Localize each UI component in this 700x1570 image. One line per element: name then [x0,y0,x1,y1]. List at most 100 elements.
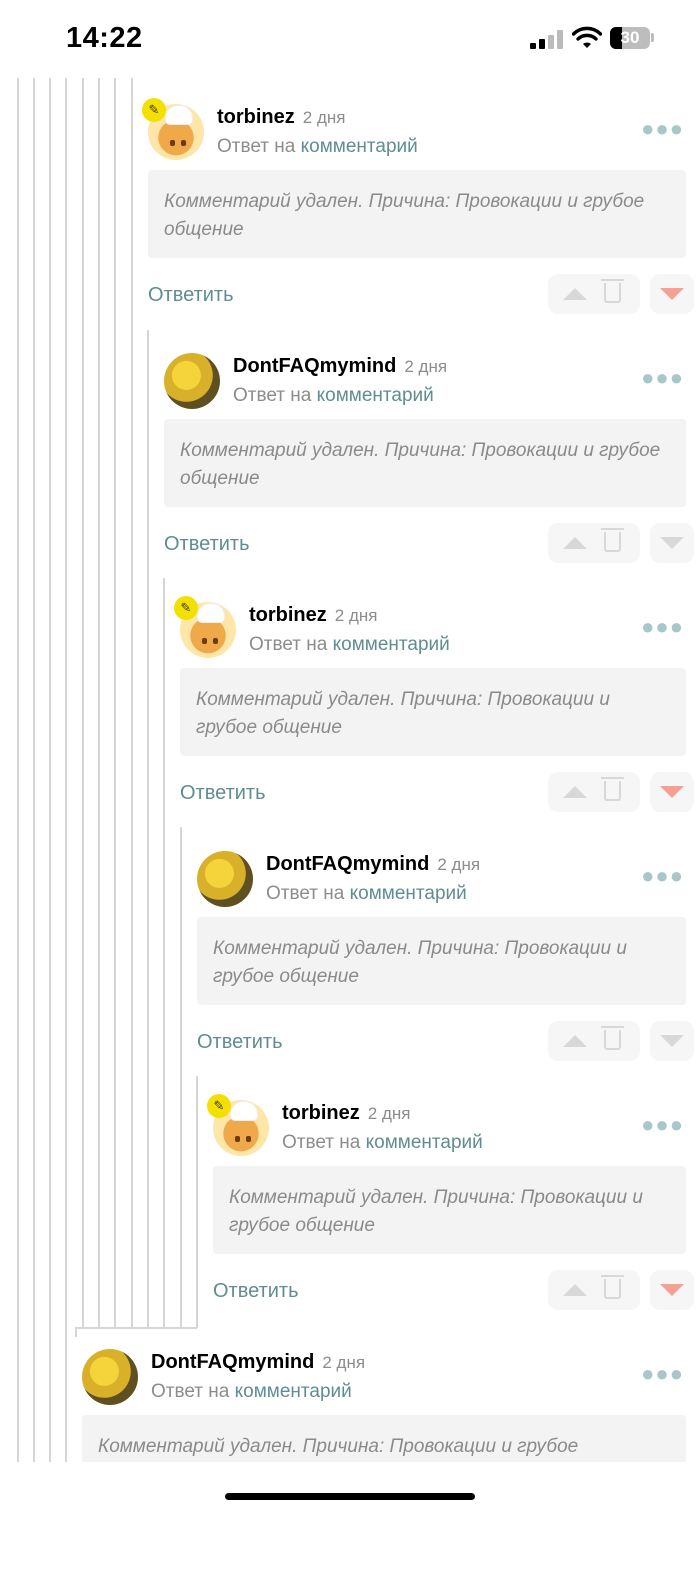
comment-text: Комментарий удален. Причина: Провокации … [213,938,627,987]
reply-prefix: Ответ на [233,385,312,406]
comment-time: 2 дня [404,357,448,376]
vote-controls [548,772,640,812]
comment-author[interactable]: DontFAQmymind 2 дня [233,355,447,378]
comment-text: Комментарий удален. Причина: Провокации … [164,191,645,240]
trash-icon[interactable] [601,1275,624,1299]
comment-body: Комментарий удален. Причина: Провокации … [164,419,686,507]
status-bar: 14:22 30 [0,0,700,78]
reply-prefix: Ответ на [151,1381,230,1402]
downvote-button[interactable] [650,1021,694,1061]
vote-controls [548,523,640,563]
comment-time: 2 дня [367,1104,411,1123]
downvote-button[interactable] [650,274,694,314]
reply-prefix: Ответ на [282,1132,361,1153]
comment-author[interactable]: DontFAQmymind 2 дня [151,1351,365,1374]
battery-level: 30 [620,28,640,47]
downvote-icon [660,288,684,300]
comment-text: Комментарий удален. Причина: Провокации … [196,689,610,738]
edit-icon: ✎ [174,596,198,620]
reply-to-line: Ответ на комментарий [249,634,450,656]
avatar[interactable] [164,353,220,409]
reply-to-link[interactable]: комментарий [301,136,418,157]
comment-body: Комментарий удален. Причина: Провокации … [180,668,686,756]
author-name[interactable]: DontFAQmymind [266,853,429,875]
comment-text: Комментарий удален. Причина: Провокации … [180,440,661,489]
reply-to-line: Ответ на комментарий [217,136,418,158]
vote-controls [548,1270,640,1310]
reply-prefix: Ответ на [266,883,345,904]
battery-tip [651,33,654,42]
upvote-icon[interactable] [563,288,587,300]
reply-button[interactable]: Ответить [148,284,234,307]
comment-author[interactable]: torbinez 2 дня [249,604,377,627]
reply-button[interactable]: Ответить [197,1031,283,1054]
more-options-icon[interactable]: ●●● [641,1112,684,1138]
comment-text: Комментарий удален. Причина: Провокации … [98,1436,579,1457]
author-name[interactable]: torbinez [217,106,295,128]
comment-text: Комментарий удален. Причина: Провокации … [229,1187,643,1236]
author-name[interactable]: DontFAQmymind [233,355,396,377]
trash-icon[interactable] [601,777,624,801]
comment-author[interactable]: torbinez 2 дня [282,1102,410,1125]
reply-to-link[interactable]: комментарий [333,634,450,655]
reply-to-link[interactable]: комментарий [317,385,434,406]
reply-to-line: Ответ на комментарий [151,1381,352,1403]
reply-to-link[interactable]: комментарий [350,883,467,904]
comment-time: 2 дня [437,855,481,874]
battery-icon: 30 [610,27,650,49]
comment-time: 2 дня [302,108,346,127]
comment-time: 2 дня [322,1353,366,1372]
reply-to-line: Ответ на комментарий [282,1132,483,1154]
avatar[interactable] [197,851,253,907]
reply-button[interactable]: Ответить [180,782,266,805]
cellular-signal-icon [530,29,564,49]
author-name[interactable]: torbinez [249,604,327,626]
upvote-icon[interactable] [563,537,587,549]
reply-to-link[interactable]: комментарий [366,1132,483,1153]
upvote-icon[interactable] [563,1284,587,1296]
trash-icon[interactable] [601,1026,624,1050]
downvote-button[interactable] [650,1270,694,1310]
comment-time: 2 дня [334,606,378,625]
upvote-icon[interactable] [563,786,587,798]
author-name[interactable]: DontFAQmymind [151,1351,314,1373]
more-options-icon[interactable]: ●●● [641,863,684,889]
trash-icon[interactable] [601,279,624,303]
reply-prefix: Ответ на [217,136,296,157]
comment: ✎ torbinez 2 дня Ответ на комментарий ●●●… [174,574,694,823]
comment-body: Комментарий удален. Причина: Провокации … [213,1166,686,1254]
comment: DontFAQmymind 2 дня Ответ на комментарий … [164,325,694,574]
comment: DontFAQmymind 2 дня Ответ на комментарий … [82,1321,686,1570]
downvote-icon [660,537,684,549]
trash-icon[interactable] [601,528,624,552]
comment: ✎ torbinez 2 дня Ответ на комментарий ●●●… [142,76,694,325]
vote-controls [548,1021,640,1061]
more-options-icon[interactable]: ●●● [641,1361,684,1387]
more-options-icon[interactable]: ●●● [641,365,684,391]
reply-to-link[interactable]: комментарий [235,1381,352,1402]
edit-icon: ✎ [142,98,166,122]
reply-to-line: Ответ на комментарий [266,883,467,905]
upvote-icon[interactable] [563,1035,587,1047]
comment-author[interactable]: DontFAQmymind 2 дня [266,853,480,876]
more-options-icon[interactable]: ●●● [641,614,684,640]
reply-button[interactable]: Ответить [164,533,250,556]
vote-controls [548,274,640,314]
bottom-safe-area [0,1462,700,1514]
downvote-icon [660,786,684,798]
avatar[interactable] [82,1349,138,1405]
edit-icon: ✎ [207,1094,231,1118]
comment: DontFAQmymind 2 дня Ответ на комментарий … [197,823,694,1072]
downvote-button[interactable] [650,523,694,563]
reply-to-line: Ответ на комментарий [233,385,434,407]
reply-button[interactable]: Ответить [213,1280,299,1303]
home-indicator[interactable] [225,1493,475,1500]
status-time: 14:22 [66,22,143,54]
author-name[interactable]: torbinez [282,1102,360,1124]
comment-author[interactable]: torbinez 2 дня [217,106,345,129]
wifi-icon [572,26,602,48]
downvote-icon [660,1284,684,1296]
more-options-icon[interactable]: ●●● [641,116,684,142]
comment: ✎ torbinez 2 дня Ответ на комментарий ●●●… [207,1072,694,1321]
downvote-button[interactable] [650,772,694,812]
